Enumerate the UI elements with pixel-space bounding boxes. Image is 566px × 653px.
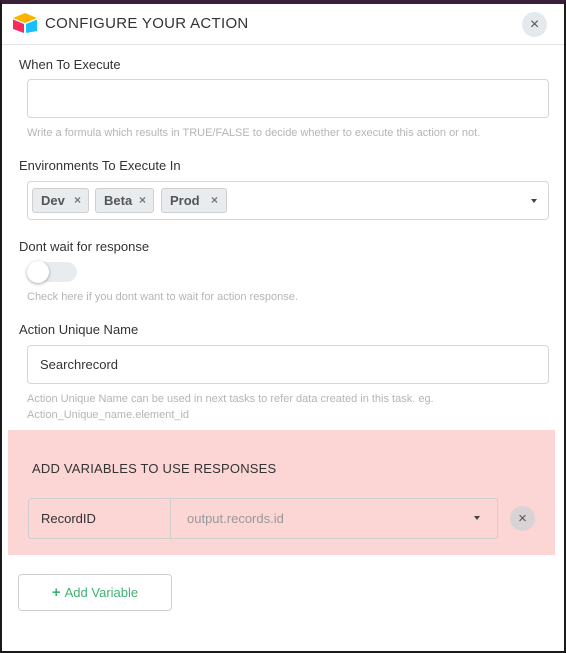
variable-name-input[interactable]: RecordID — [29, 499, 171, 538]
dont-wait-toggle[interactable] — [27, 261, 77, 283]
plus-icon: + — [51, 584, 61, 601]
unique-name-hint-line2: Action_Unique_name.element_id — [27, 409, 190, 421]
environment-chip-label: Prod — [170, 193, 200, 208]
when-to-execute-input[interactable] — [27, 79, 549, 118]
unique-name-label: Action Unique Name — [19, 322, 139, 337]
remove-chip-icon[interactable]: × — [139, 189, 146, 212]
variables-title: ADD VARIABLES TO USE RESPONSES — [32, 461, 277, 476]
environment-chip-prod: Prod × — [161, 188, 227, 213]
environment-chip-dev: Dev × — [32, 188, 89, 213]
configure-action-dialog: CONFIGURE YOUR ACTION × When To Execute … — [0, 0, 566, 653]
unique-name-hint: Action Unique Name can be used in next t… — [27, 391, 434, 423]
add-variable-label: Add Variable — [64, 585, 139, 600]
environment-chip-label: Dev — [41, 193, 65, 208]
close-icon[interactable]: × — [522, 12, 547, 37]
app-logo-icon — [13, 13, 37, 33]
variable-value-select[interactable]: output.records.id — [187, 499, 284, 538]
remove-chip-icon[interactable]: × — [211, 189, 218, 212]
remove-chip-icon[interactable]: × — [74, 189, 81, 212]
add-variable-button[interactable]: + Add Variable — [18, 574, 172, 611]
variable-row: RecordID output.records.id — [28, 498, 498, 539]
dont-wait-hint: Check here if you dont want to wait for … — [27, 291, 298, 303]
toggle-knob[interactable] — [27, 261, 49, 283]
remove-variable-icon[interactable]: × — [510, 506, 535, 531]
environments-select[interactable]: Dev × Beta × Prod × — [27, 181, 549, 220]
unique-name-input[interactable]: Searchrecord — [27, 345, 549, 384]
environment-chip-beta: Beta × — [95, 188, 154, 213]
dialog-title: CONFIGURE YOUR ACTION — [45, 15, 249, 32]
unique-name-hint-line1: Action Unique Name can be used in next t… — [27, 393, 434, 405]
environments-label: Environments To Execute In — [19, 158, 181, 173]
dont-wait-label: Dont wait for response — [19, 239, 150, 254]
variables-panel: ADD VARIABLES TO USE RESPONSES RecordID … — [8, 430, 555, 555]
dialog-header: CONFIGURE YOUR ACTION × — [2, 4, 564, 45]
when-to-execute-hint: Write a formula which results in TRUE/FA… — [27, 127, 481, 139]
environment-chip-label: Beta — [104, 193, 133, 208]
variable-dropdown-caret-icon[interactable] — [474, 516, 480, 520]
when-to-execute-label: When To Execute — [19, 57, 121, 72]
dropdown-caret-icon[interactable] — [531, 199, 537, 203]
